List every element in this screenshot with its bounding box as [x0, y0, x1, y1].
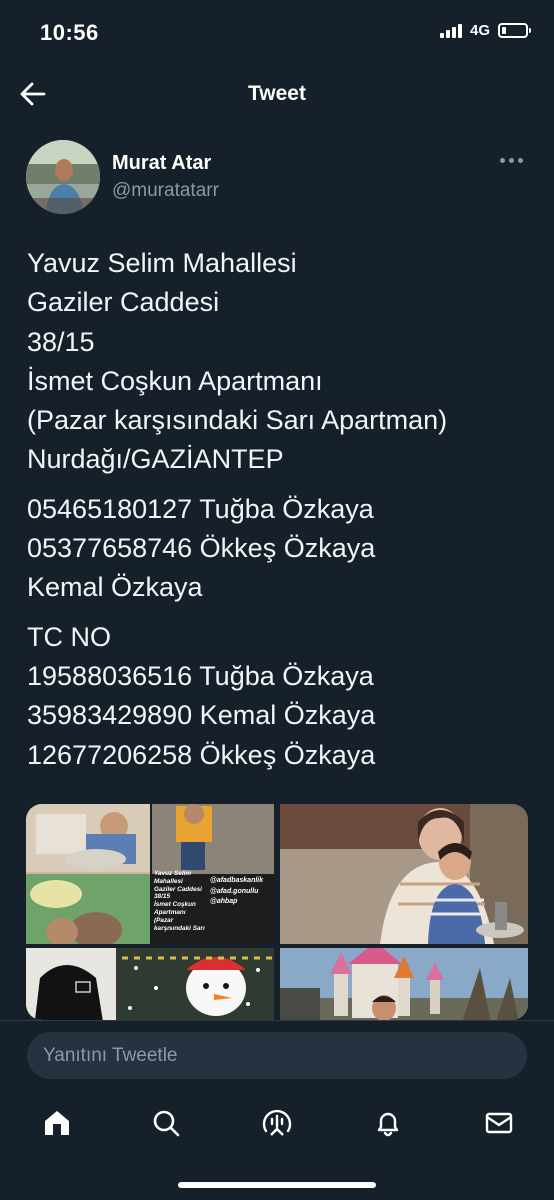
media-image-4[interactable]: [280, 948, 528, 1020]
media-image-2[interactable]: [280, 804, 528, 944]
text-line: (Pazar karşısındaki Sarı Apartman): [27, 405, 448, 436]
search-icon: [153, 1110, 180, 1137]
mail-icon: [485, 1112, 513, 1134]
home-indicator[interactable]: [178, 1182, 376, 1188]
text-line: Yavuz Selim Mahallesi: [27, 248, 297, 278]
nav-spaces[interactable]: [260, 1106, 294, 1140]
status-bar: 10:56 4G: [0, 0, 554, 66]
text-line: Gaziler Caddesi: [27, 287, 220, 318]
nav-home[interactable]: [40, 1106, 74, 1140]
media-image-1[interactable]: Yavuz Selim Mahallesi Gaziler Caddesi 38…: [26, 804, 274, 944]
dot: [509, 158, 514, 163]
avatar[interactable]: [26, 140, 100, 214]
reply-area: [0, 1020, 554, 1090]
overlay-tag: @ahbap: [210, 898, 238, 905]
family-photo: [280, 804, 528, 944]
media-tags-overlay: @afadbaskanlik @afad.gonullu @ahbap: [210, 876, 263, 908]
castle-photo: [280, 948, 528, 1020]
page-title: Tweet: [248, 82, 306, 105]
media-image-3[interactable]: [26, 948, 274, 1020]
text-line: 05465180127 Tuğba Özkaya: [27, 493, 374, 524]
battery-icon: [498, 23, 531, 38]
home-icon: [45, 1111, 69, 1135]
overlay-line: Yavuz Selim: [154, 870, 192, 877]
id-block: TC NO 19588036516 Tuğba Özkaya 359834298…: [27, 618, 534, 775]
text-line: İsmet Coşkun Apartmanı: [27, 365, 323, 396]
collage-photo: [26, 804, 274, 944]
more-options-button[interactable]: [500, 158, 526, 168]
signal-icon: [439, 23, 462, 38]
media-address-overlay: Yavuz Selim Mahallesi Gaziler Caddesi 38…: [154, 870, 212, 932]
text-line: 19588036516 Tuğba Özkaya: [27, 660, 374, 691]
text-line: Nurdağı/GAZİANTEP: [27, 444, 284, 475]
text-line: Kemal Özkaya: [27, 572, 203, 603]
media-grid: Yavuz Selim Mahallesi Gaziler Caddesi 38…: [26, 804, 528, 1020]
phone-block: 05465180127 Tuğba Özkaya 05377658746 Ökk…: [27, 490, 534, 608]
overlay-line: İsmet Coşkun: [154, 901, 196, 909]
bell-icon: [377, 1112, 399, 1137]
spaces-icon: [262, 1109, 292, 1136]
author-handle[interactable]: @muratatarr: [112, 180, 219, 202]
text-line: 05377658746 Ökkeş Özkaya: [27, 533, 376, 564]
avatar-photo: [26, 140, 100, 214]
overlay-line: (Pazar: [154, 916, 174, 924]
nav-messages[interactable]: [482, 1106, 516, 1140]
text-line: 35983429890 Kemal Özkaya: [27, 700, 376, 731]
snowman-photo: [26, 948, 274, 1020]
reply-input[interactable]: [27, 1032, 527, 1079]
tweet-text: Yavuz Selim Mahallesi Gaziler Caddesi 38…: [27, 244, 534, 785]
overlay-line: Apartmanı: [154, 908, 186, 916]
header: Tweet: [0, 66, 554, 122]
bottom-nav: [0, 1090, 554, 1200]
text-line: 38/15: [27, 326, 95, 357]
overlay-line: Mahallesi: [154, 877, 183, 885]
overlay-tag: @afad.gonullu: [210, 887, 259, 895]
author-name[interactable]: Murat Atar: [112, 152, 211, 175]
nav-search[interactable]: [149, 1106, 183, 1140]
dot: [518, 158, 523, 163]
text-line: 12677206258 Ökkeş Özkaya: [27, 739, 376, 770]
address-block: Yavuz Selim Mahallesi Gaziler Caddesi 38…: [27, 244, 534, 480]
status-indicators: 4G: [439, 22, 531, 39]
text-line: TC NO: [27, 621, 111, 652]
status-time: 10:56: [40, 20, 99, 45]
overlay-tag: @afadbaskanlik: [210, 877, 264, 884]
network-type: 4G: [469, 22, 490, 39]
overlay-line: karşısındaki Sarı: [154, 924, 205, 932]
nav-notifications[interactable]: [371, 1106, 405, 1140]
tweet-author: Murat Atar @muratatarr: [26, 140, 534, 216]
overlay-line: Gaziler Caddesi: [154, 885, 202, 893]
dot: [500, 158, 505, 163]
